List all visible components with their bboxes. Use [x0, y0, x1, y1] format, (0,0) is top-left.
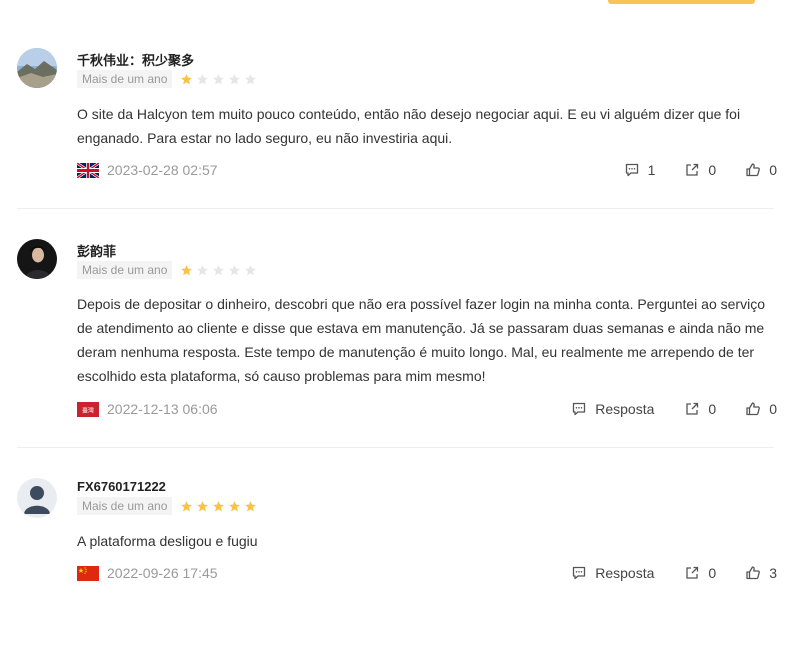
- flag-label: 臺灣: [82, 406, 94, 414]
- review-actions: Resposta 0 0: [571, 401, 777, 417]
- star-icon: [197, 264, 209, 275]
- reply-button[interactable]: Resposta: [571, 565, 654, 581]
- reply-label: Resposta: [595, 565, 655, 581]
- rating-stars: [180, 500, 257, 513]
- review-text: A plataforma desligou e fugiu: [77, 533, 258, 549]
- share-icon: [686, 163, 699, 176]
- star-icon: [245, 264, 257, 275]
- user-avatar[interactable]: [17, 239, 57, 279]
- star-icon: [181, 500, 193, 511]
- star-icon: [245, 500, 257, 511]
- thumbs-up-icon: [746, 566, 761, 580]
- review-text: O site da Halcyon tem muito pouco conteú…: [77, 106, 741, 146]
- review-date: 2022-12-13 06:06: [107, 401, 218, 417]
- thumbs-up-icon: [746, 163, 761, 177]
- like-button[interactable]: 3: [745, 565, 777, 581]
- review-actions: Resposta 0 3: [571, 565, 777, 581]
- review-footer: 臺灣 2022-12-13 06:06 Resposta 0 0: [77, 399, 777, 419]
- comment-icon: [573, 402, 586, 416]
- time-tag: Mais de um ano: [77, 261, 173, 279]
- comment-icon: [625, 163, 638, 177]
- review-text: Depois de depositar o dinheiro, descobri…: [77, 296, 765, 384]
- review-actions: 1 0 0: [624, 162, 777, 178]
- taiwan-region-flag-icon: 臺灣: [77, 401, 99, 417]
- like-count: 0: [769, 401, 777, 417]
- share-icon: [686, 566, 699, 579]
- reply-count: 1: [647, 162, 656, 178]
- star-icon: [213, 500, 225, 511]
- like-button[interactable]: 0: [745, 401, 777, 417]
- thumbs-up-icon: [746, 402, 761, 416]
- uk-flag-icon: [77, 162, 99, 178]
- user-avatar[interactable]: [17, 478, 57, 518]
- star-icon: [229, 73, 241, 84]
- star-icon: [197, 73, 209, 84]
- star-icon: [213, 264, 225, 275]
- review-meta: Mais de um ano: [77, 261, 257, 279]
- reply-button[interactable]: Resposta: [571, 401, 654, 417]
- review-divider: [17, 447, 774, 448]
- review-date: 2022-09-26 17:45: [107, 565, 218, 581]
- rating-stars: [180, 73, 257, 86]
- share-button[interactable]: 0: [684, 162, 716, 178]
- share-count: 0: [708, 401, 717, 417]
- review-meta: Mais de um ano: [77, 70, 257, 88]
- like-count: 3: [769, 565, 777, 581]
- top-accent-button-edge[interactable]: [608, 0, 755, 4]
- rating-stars: [180, 264, 257, 277]
- review-author: FX6760171222: [77, 479, 166, 494]
- share-count: 0: [708, 162, 717, 178]
- star-icon: [181, 73, 193, 84]
- china-flag-icon: [77, 565, 99, 581]
- star-icon: [229, 264, 241, 275]
- review-footer: 2022-09-26 17:45 Resposta 0 3: [77, 563, 777, 583]
- share-button[interactable]: 0: [684, 565, 716, 581]
- star-icon: [197, 500, 209, 511]
- star-icon: [229, 500, 241, 511]
- review-author: 千秋伟业：积少聚多: [77, 53, 195, 68]
- review-divider: [17, 208, 774, 209]
- reply-button[interactable]: 1: [624, 162, 656, 178]
- time-tag: Mais de um ano: [77, 70, 173, 88]
- user-avatar[interactable]: [17, 48, 57, 88]
- review-author: 彭韵菲: [77, 244, 117, 259]
- like-button[interactable]: 0: [745, 162, 777, 178]
- time-tag: Mais de um ano: [77, 497, 173, 515]
- share-icon: [686, 402, 699, 415]
- comment-icon: [573, 566, 586, 580]
- star-icon: [181, 264, 193, 275]
- share-count: 0: [708, 565, 717, 581]
- review-meta: Mais de um ano: [77, 497, 257, 515]
- star-icon: [213, 73, 225, 84]
- reply-label: Resposta: [595, 401, 655, 417]
- star-icon: [245, 73, 257, 84]
- review-footer: 2023-02-28 02:57 1 0 0: [77, 160, 777, 180]
- like-count: 0: [769, 162, 777, 178]
- review-date: 2023-02-28 02:57: [107, 162, 218, 178]
- share-button[interactable]: 0: [684, 401, 716, 417]
